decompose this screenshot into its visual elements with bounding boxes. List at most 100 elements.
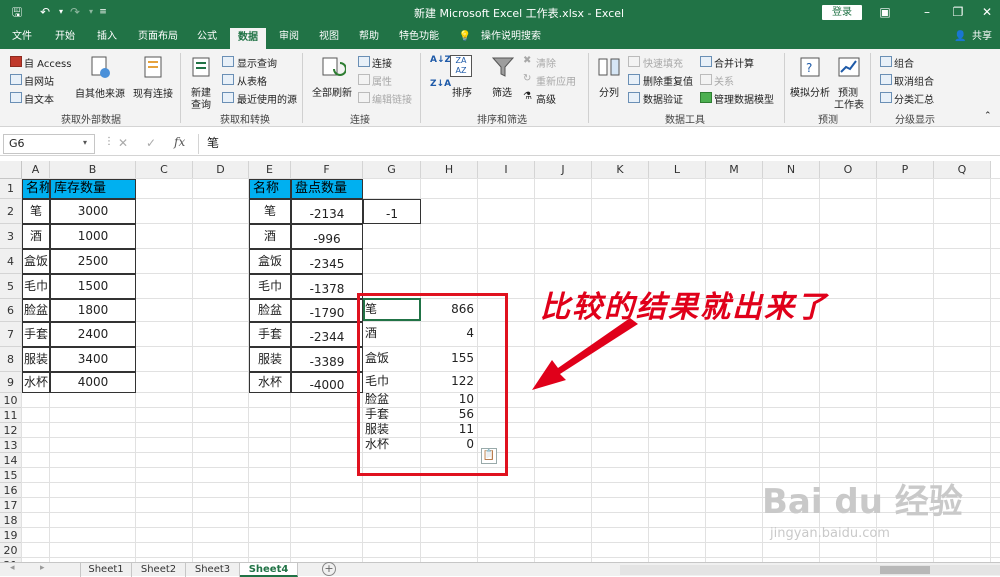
other-sources-button[interactable]: 自其他来源	[75, 85, 125, 100]
tab-file[interactable]: 文件	[6, 25, 38, 49]
table1-cell-qty[interactable]: 2400	[50, 322, 136, 347]
tab-data[interactable]: 数据	[230, 28, 266, 49]
tab-help[interactable]: 帮助	[352, 25, 386, 49]
column-header[interactable]: F	[291, 161, 363, 179]
column-header[interactable]: I	[478, 161, 535, 179]
table2-cell-qty[interactable]: -2344	[291, 322, 363, 347]
save-icon[interactable]: 🖫	[8, 3, 26, 21]
sheet-tab-1[interactable]: Sheet1	[80, 563, 132, 577]
column-header[interactable]: O	[820, 161, 877, 179]
insert-function-icon[interactable]: fx	[174, 135, 185, 149]
share-button[interactable]: 共享	[968, 25, 996, 49]
table2-cell-qty[interactable]: -1378	[291, 274, 363, 299]
connections-button[interactable]: 连接	[372, 55, 392, 70]
row-header[interactable]: 6	[0, 299, 22, 322]
from-text-button[interactable]: 自文本	[24, 91, 54, 106]
tab-special[interactable]: 特色功能	[394, 25, 444, 49]
what-if-button[interactable]: 模拟分析	[790, 84, 830, 99]
table1-cell-qty[interactable]: 4000	[50, 372, 136, 393]
tab-formulas[interactable]: 公式	[190, 25, 224, 49]
remove-duplicates-button[interactable]: 删除重复值	[643, 73, 693, 88]
name-box[interactable]: G6	[3, 134, 95, 154]
flash-fill-button[interactable]: 快速填充	[643, 55, 683, 70]
column-header[interactable]: G	[363, 161, 421, 179]
tab-page-layout[interactable]: 页面布局	[132, 25, 184, 49]
column-header[interactable]: D	[193, 161, 249, 179]
data-validation-button[interactable]: 数据验证	[643, 91, 683, 106]
sort-button[interactable]: 排序	[452, 84, 472, 99]
filter-button[interactable]: 筛选	[492, 84, 512, 99]
formula-options-icon[interactable]: ⋮	[104, 136, 114, 147]
g2-cell[interactable]: -1	[363, 199, 421, 224]
row-header[interactable]: 3	[0, 224, 22, 249]
table1-cell-qty[interactable]: 3000	[50, 199, 136, 224]
tell-me-search[interactable]: 操作说明搜索	[478, 25, 544, 49]
table2-cell-name[interactable]: 水杯	[249, 372, 291, 393]
row-header[interactable]: 12	[0, 423, 22, 438]
column-header[interactable]: N	[763, 161, 820, 179]
advanced-button[interactable]: 高级	[536, 91, 556, 106]
table2-cell-qty[interactable]: -2345	[291, 249, 363, 274]
table2-cell-name[interactable]: 酒	[249, 224, 291, 249]
table2-cell-name[interactable]: 服装	[249, 347, 291, 372]
from-web-button[interactable]: 自网站	[24, 73, 54, 88]
column-header[interactable]: P	[877, 161, 934, 179]
table2-cell-name[interactable]: 毛巾	[249, 274, 291, 299]
text-to-columns-button[interactable]: 分列	[599, 84, 619, 99]
table1-cell-name[interactable]: 脸盆	[22, 299, 50, 322]
from-table-button[interactable]: 从表格	[237, 73, 267, 88]
reapply-button[interactable]: 重新应用	[536, 73, 576, 88]
prev-sheet-icon[interactable]: ◂	[10, 563, 15, 573]
row-header[interactable]: 20	[0, 543, 22, 558]
name-box-dropdown-icon[interactable]: ▾	[83, 138, 87, 147]
horizontal-scrollbar[interactable]	[620, 565, 1000, 575]
from-access-button[interactable]: 自 Access	[24, 55, 71, 70]
table1-cell-qty[interactable]: 1500	[50, 274, 136, 299]
row-header[interactable]: 8	[0, 347, 22, 372]
cancel-icon[interactable]: ✕	[118, 136, 128, 150]
sheet-tab-4[interactable]: Sheet4	[240, 563, 298, 577]
relationships-button[interactable]: 关系	[714, 73, 734, 88]
column-header[interactable]: K	[592, 161, 649, 179]
existing-connections-button[interactable]: 现有连接	[133, 85, 173, 100]
table2-cell-name[interactable]: 笔	[249, 199, 291, 224]
horizontal-scrollbar-thumb[interactable]	[880, 566, 930, 574]
row-header[interactable]: 14	[0, 453, 22, 468]
row-header[interactable]: 1	[0, 179, 22, 199]
group-button[interactable]: 组合	[894, 55, 914, 70]
table2-cell-name[interactable]: 手套	[249, 322, 291, 347]
sort-az-icon[interactable]: A↓Z	[430, 55, 451, 65]
column-header[interactable]: J	[535, 161, 592, 179]
row-header[interactable]: 18	[0, 513, 22, 528]
table1-cell-name[interactable]: 手套	[22, 322, 50, 347]
table1-cell-qty[interactable]: 3400	[50, 347, 136, 372]
table1-header-qty[interactable]: 库存数量	[50, 179, 136, 199]
subtotal-button[interactable]: 分类汇总	[894, 91, 934, 106]
collapse-ribbon-icon[interactable]: ⌃	[984, 111, 992, 121]
ungroup-button[interactable]: 取消组合	[894, 73, 934, 88]
recent-sources-button[interactable]: 最近使用的源	[237, 91, 297, 106]
row-header[interactable]: 4	[0, 249, 22, 274]
restore-icon[interactable]: ❐	[943, 2, 973, 22]
close-icon[interactable]: ✕	[972, 2, 1000, 22]
row-header[interactable]: 5	[0, 274, 22, 299]
row-header[interactable]: 9	[0, 372, 22, 393]
row-header[interactable]: 16	[0, 483, 22, 498]
table1-cell-name[interactable]: 服装	[22, 347, 50, 372]
row-header[interactable]: 15	[0, 468, 22, 483]
login-button[interactable]: 登录	[822, 5, 862, 20]
tab-home[interactable]: 开始	[48, 25, 82, 49]
row-header[interactable]: 2	[0, 199, 22, 224]
clear-button[interactable]: 清除	[536, 55, 556, 70]
select-all-corner[interactable]	[0, 161, 22, 179]
tab-view[interactable]: 视图	[312, 25, 346, 49]
column-header[interactable]: E	[249, 161, 291, 179]
row-header[interactable]: 11	[0, 408, 22, 423]
column-header[interactable]: A	[22, 161, 50, 179]
refresh-all-button[interactable]: 全部刷新	[312, 84, 352, 99]
table1-cell-qty[interactable]: 1000	[50, 224, 136, 249]
table2-header-name[interactable]: 名称	[249, 179, 291, 199]
formula-input[interactable]: 笔	[198, 134, 998, 154]
table2-cell-name[interactable]: 盒饭	[249, 249, 291, 274]
row-header[interactable]: 17	[0, 498, 22, 513]
